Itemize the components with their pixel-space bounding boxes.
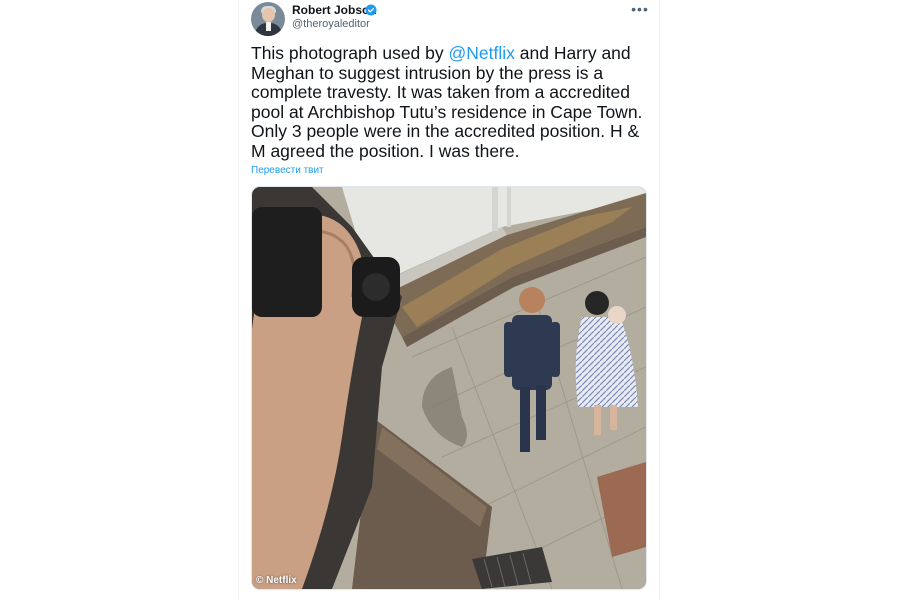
netflix-watermark: © Netflix [256, 575, 297, 586]
author-name[interactable]: Robert Jobson [292, 3, 377, 17]
more-options-icon[interactable]: ••• [631, 2, 649, 18]
verified-badge-icon [365, 4, 377, 16]
netflix-mention-link[interactable]: @Netflix [449, 43, 515, 63]
photo-scene [252, 187, 646, 589]
translate-tweet-link[interactable]: Перевести твит [251, 165, 324, 176]
tweet-text-part: This photograph used by [251, 43, 449, 63]
avatar[interactable] [251, 2, 285, 36]
author-handle[interactable]: @theroyaleditor [292, 18, 370, 30]
tweet-photo[interactable]: © Netflix [251, 186, 647, 590]
tweet-text: This photograph used by @Netflix and Har… [251, 43, 651, 162]
